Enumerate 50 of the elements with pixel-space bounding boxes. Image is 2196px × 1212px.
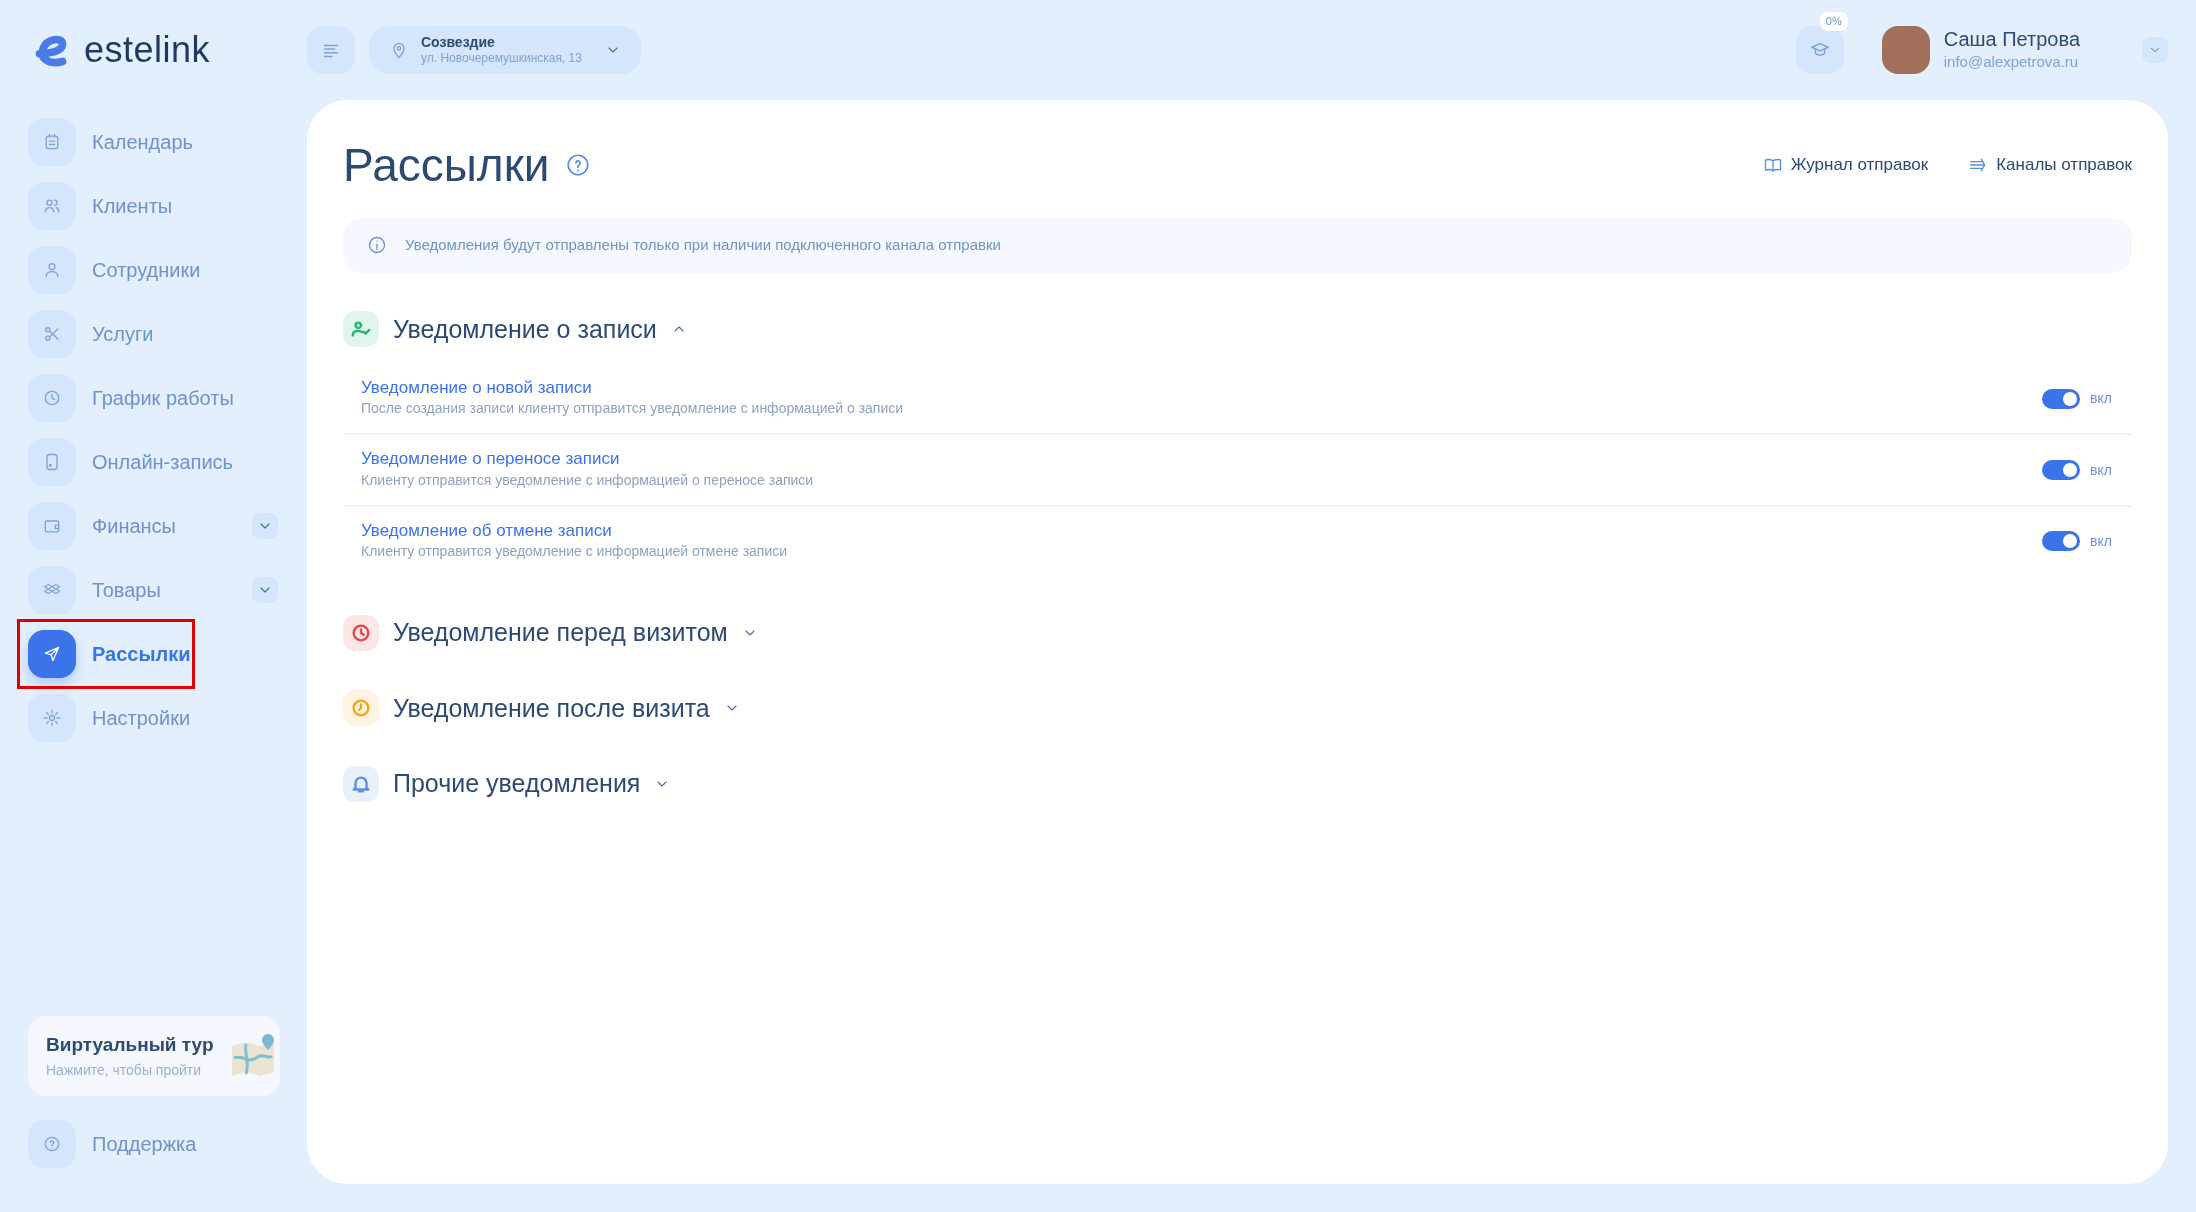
section-header[interactable]: Уведомление перед визитом bbox=[343, 614, 758, 652]
notification-description: После создания записи клиенту отправится уведомление с информацией о записи bbox=[361, 399, 905, 419]
virtual-tour-card[interactable]: Виртуальный тур Нажмите, чтобы пройти bbox=[28, 1016, 280, 1096]
info-text: Уведомления будут отправлены только при наличии подключенного канала отправки bbox=[405, 235, 1001, 255]
notification-description: Клиенту отправится уведомление с информацией о переносе записи bbox=[361, 470, 815, 490]
support-link[interactable]: Поддержка bbox=[28, 1112, 278, 1176]
toggle-switch[interactable] bbox=[2042, 531, 2081, 552]
info-icon bbox=[367, 235, 387, 256]
sidebar-item[interactable]: Клиенты bbox=[28, 174, 278, 238]
sidebar-item[interactable]: Товары bbox=[28, 558, 278, 622]
location-name: Созвездие bbox=[421, 35, 496, 51]
help-icon bbox=[42, 1134, 62, 1154]
sidebar-item[interactable]: Услуги bbox=[28, 302, 278, 366]
toggle-label: вкл bbox=[2090, 460, 2112, 480]
avatar-placeholder bbox=[1881, 26, 1930, 74]
sidebar-item[interactable]: Финансы bbox=[28, 494, 278, 558]
page-title: Рассылки bbox=[343, 142, 550, 188]
user-email: info@alexpetrova.ru bbox=[1943, 51, 2080, 72]
progress-badge: 0% bbox=[1819, 12, 1848, 31]
sidebar-item[interactable]: Настройки bbox=[28, 686, 278, 750]
toggle-switch[interactable] bbox=[2042, 388, 2081, 409]
section-header[interactable]: Прочие уведомления bbox=[343, 765, 671, 803]
toggle-label: вкл bbox=[2090, 531, 2112, 551]
section-header[interactable]: Уведомление о записи bbox=[343, 310, 687, 348]
sidebar-item[interactable]: Рассылки bbox=[20, 622, 192, 686]
tour-title: Виртуальный тур bbox=[46, 1033, 215, 1058]
sidebar-item[interactable]: Календарь bbox=[28, 110, 278, 174]
logo-text: estelink bbox=[84, 28, 211, 72]
sidebar-item[interactable]: Сотрудники bbox=[28, 238, 278, 302]
notification-title: Уведомление об отмене записи bbox=[361, 520, 613, 542]
paper-plane-icon bbox=[42, 644, 62, 664]
menu-button[interactable] bbox=[307, 26, 355, 74]
clock-icon bbox=[42, 388, 62, 408]
toggle-label: вкл bbox=[2090, 389, 2112, 409]
sidebar-item[interactable]: График работы bbox=[28, 366, 278, 430]
tour-subtitle: Нажмите, чтобы пройти bbox=[46, 1060, 203, 1080]
notification-title: Уведомление о переносе записи bbox=[361, 449, 621, 470]
location-address: ул. Новочеремушкинская, 13 bbox=[421, 50, 583, 65]
toolbar-link[interactable]: Журнал отправок bbox=[1762, 152, 1929, 178]
notification-title: Уведомление о новой записи bbox=[361, 378, 593, 399]
toolbar-link[interactable]: Каналы отправок bbox=[1968, 152, 2132, 178]
notification-description: Клиенту отправится уведомление с информацией отмене записи bbox=[361, 542, 789, 562]
learning-button[interactable] bbox=[1795, 26, 1844, 74]
help-icon bbox=[565, 152, 592, 178]
toggle-switch[interactable] bbox=[2042, 460, 2081, 481]
help-button[interactable] bbox=[565, 152, 592, 178]
user-name: Саша Петрова bbox=[1943, 26, 2080, 51]
section-header[interactable]: Уведомление после визита bbox=[343, 689, 740, 728]
sidebar-item[interactable]: Онлайн-запись bbox=[28, 430, 278, 494]
location-selector[interactable]: Созвездие ул. Новочеремушкинская, 13 bbox=[369, 26, 641, 74]
